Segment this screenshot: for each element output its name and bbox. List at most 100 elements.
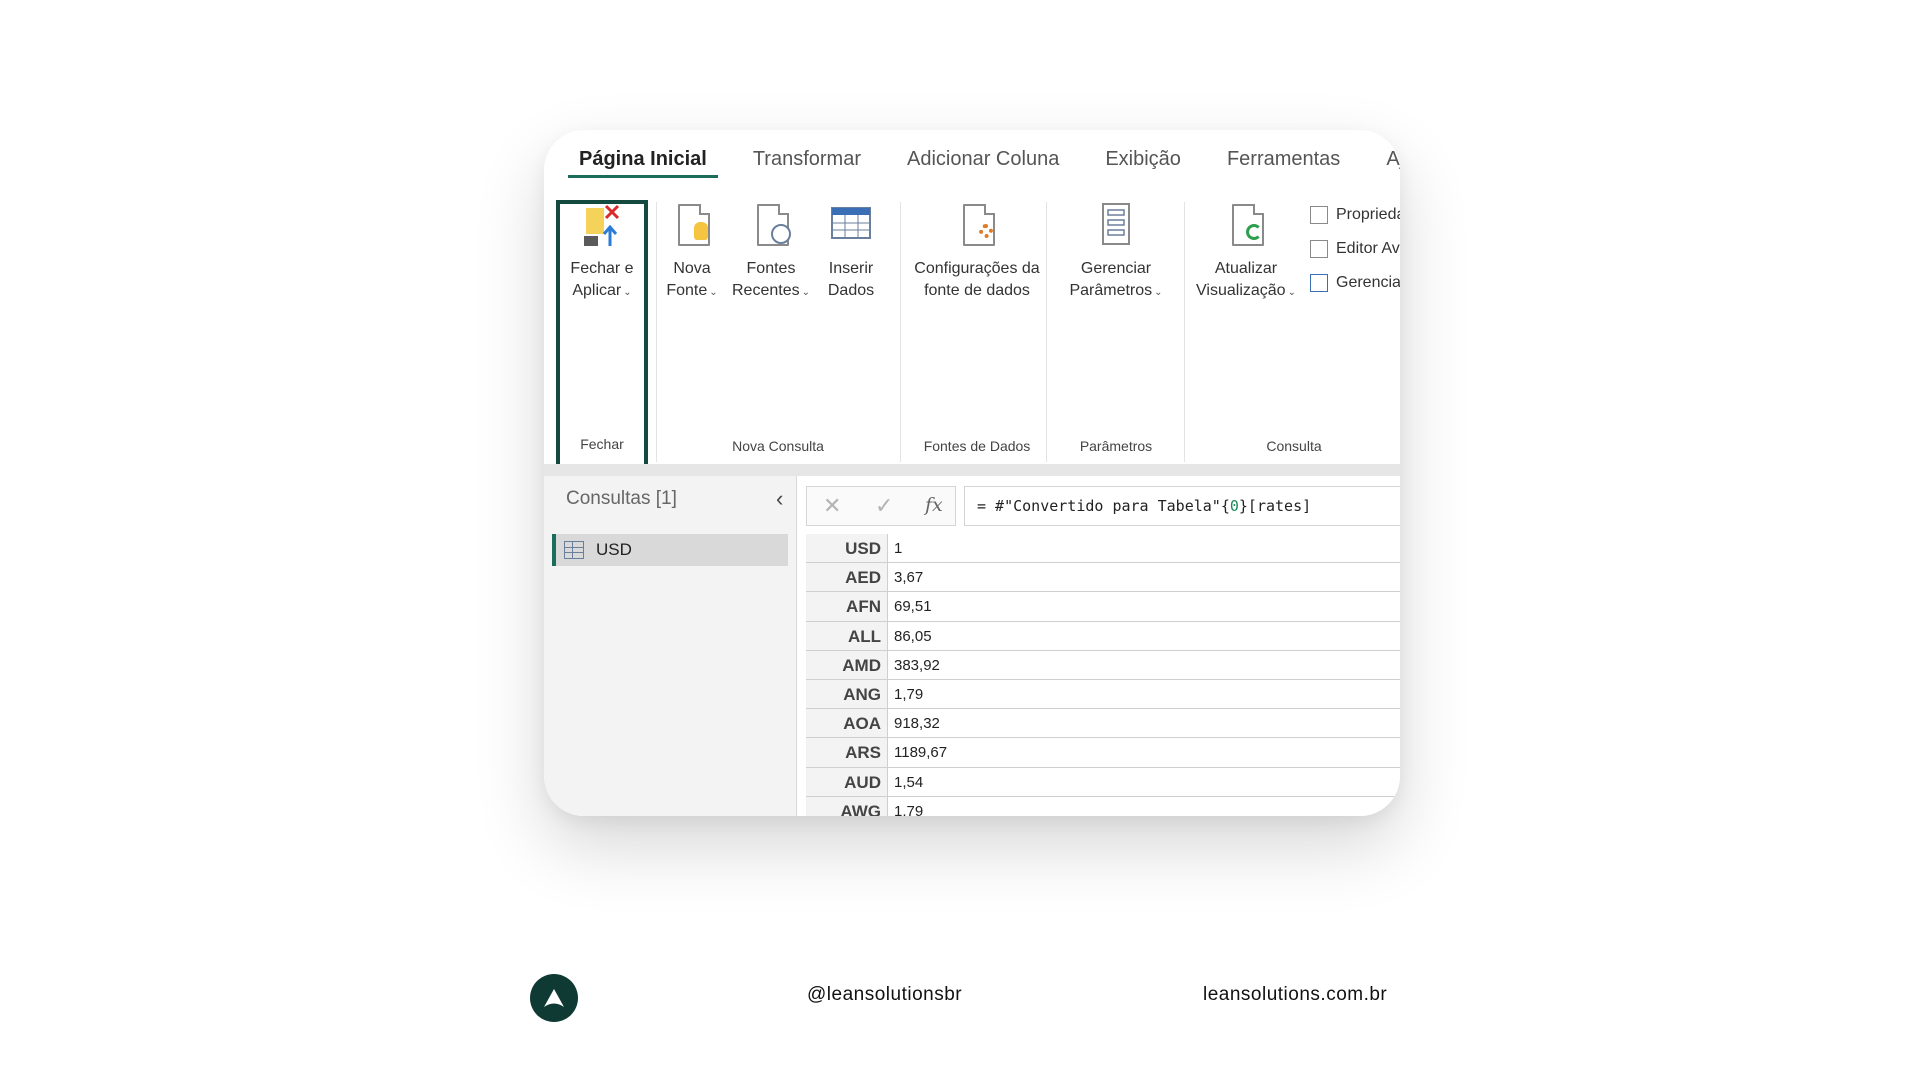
group-label-consulta: Consulta: [1266, 438, 1322, 454]
row-header[interactable]: AED: [806, 563, 888, 592]
recent-sources-icon: [749, 200, 793, 252]
atualizar-label-1: Atualizar: [1214, 260, 1278, 277]
tab-adicionar-coluna[interactable]: Adicionar Coluna: [884, 144, 1082, 190]
data-grid: USD 1 AED 3,67 AFN 69,51 ALL 86,05 AMD 383,92 ANG 1…: [806, 534, 1400, 816]
queries-pane: Consultas [1] ‹ USD: [544, 476, 797, 816]
ribbon-separator: [900, 202, 901, 462]
tab-ferramentas[interactable]: Ferramentas: [1204, 144, 1363, 190]
group-fontes-de-dados: Configurações da fonte de dados Fontes d…: [904, 192, 1050, 464]
row-value[interactable]: 86,05: [888, 621, 1400, 650]
table-row: AED 3,67: [806, 563, 1400, 593]
group-label-fontes-de-dados: Fontes de Dados: [923, 438, 1031, 454]
ribbon-divider: [544, 464, 1400, 476]
editor-avancado-button[interactable]: Editor Avançado: [1310, 240, 1400, 258]
fx-icon[interactable]: fx: [925, 494, 943, 516]
table-row: ALL 86,05: [806, 621, 1400, 651]
formula-bar: ✕ ✓ fx = #"Convertido para Tabela"{0}[ra…: [806, 486, 1400, 526]
power-query-window: Página Inicial Transformar Adicionar Col…: [544, 130, 1400, 816]
gerenciar-parametros-button[interactable]: Gerenciar Parâmetros ⌄: [1052, 200, 1180, 304]
row-value[interactable]: 1: [888, 534, 1400, 563]
atualizar-visualizacao-button[interactable]: Atualizar Visualização ⌄: [1194, 200, 1298, 304]
inserir-dados-label-2: Dados: [827, 282, 875, 299]
chevron-down-icon: ⌄: [623, 287, 632, 298]
table-row: AMD 383,92: [806, 650, 1400, 680]
tab-transformar[interactable]: Transformar: [730, 144, 884, 190]
chevron-down-icon: ⌄: [801, 287, 810, 298]
group-parametros: Gerenciar Parâmetros ⌄ Parâmetros: [1052, 192, 1180, 464]
properties-icon: [1310, 206, 1328, 224]
fechar-aplicar-button[interactable]: Fechar e Aplicar ⌄: [556, 200, 648, 304]
row-header[interactable]: ANG: [806, 679, 888, 709]
parameters-icon: [1094, 200, 1138, 252]
group-label-nova-consulta: Nova Consulta: [732, 438, 824, 454]
gerenciar-button[interactable]: Gerenciar: [1310, 274, 1400, 292]
table-row: AUD 1,54: [806, 767, 1400, 797]
tab-pagina-inicial[interactable]: Página Inicial: [556, 144, 730, 190]
formula-input[interactable]: = #"Convertido para Tabela"{0}[rates]: [964, 486, 1400, 526]
fontes-recentes-button[interactable]: Fontes Recentes ⌄: [728, 200, 814, 304]
formula-text-index: 0: [1229, 497, 1239, 515]
row-value[interactable]: 1,79: [888, 796, 1400, 816]
propriedades-label: Propriedades: [1336, 206, 1400, 223]
website-url: leansolutions.com.br: [1203, 984, 1388, 1005]
row-value[interactable]: 69,51: [888, 592, 1400, 621]
row-header[interactable]: ARS: [806, 738, 888, 767]
refresh-icon: [1224, 200, 1268, 252]
data-source-settings-button[interactable]: Configurações da fonte de dados: [904, 200, 1050, 302]
table-row: AFN 69,51: [806, 592, 1400, 622]
row-value[interactable]: 3,67: [888, 563, 1400, 592]
row-header[interactable]: USD: [806, 534, 888, 563]
collapse-pane-icon[interactable]: ‹: [776, 486, 783, 512]
formula-text-prefix: = #"Convertido para Tabela"{: [977, 497, 1230, 515]
table-row: AOA 918,32: [806, 709, 1400, 739]
gerenciar-parametros-label-1: Gerenciar: [1080, 260, 1152, 277]
table-icon: [564, 541, 584, 559]
queries-title: Consultas [1]: [566, 488, 677, 509]
nova-fonte-button[interactable]: Nova Fonte ⌄: [662, 200, 722, 304]
gerenciar-parametros-label-2: Parâmetros: [1069, 282, 1153, 299]
row-header[interactable]: AOA: [806, 709, 888, 738]
fontes-recentes-label-1: Fontes: [746, 260, 796, 277]
formula-bar-buttons: ✕ ✓ fx: [806, 486, 956, 526]
tab-ajuda[interactable]: Ajuda: [1363, 144, 1400, 190]
chevron-down-icon: ⌄: [709, 287, 718, 298]
chevron-down-icon: ⌄: [1287, 287, 1296, 298]
row-value[interactable]: 918,32: [888, 709, 1400, 738]
row-value[interactable]: 383,92: [888, 650, 1400, 679]
tab-exibicao[interactable]: Exibição: [1082, 144, 1204, 190]
fontes-recentes-label-2: Recentes: [732, 282, 800, 299]
row-value[interactable]: 1,54: [888, 767, 1400, 796]
nova-fonte-label-1: Nova: [673, 260, 711, 277]
row-header[interactable]: ALL: [806, 621, 888, 650]
nova-fonte-label-2: Fonte: [666, 282, 708, 299]
row-header[interactable]: AMD: [806, 650, 888, 679]
inserir-dados-button[interactable]: Inserir Dados: [818, 200, 884, 302]
row-header[interactable]: AUD: [806, 767, 888, 796]
data-source-settings-label-2: fonte de dados: [924, 282, 1030, 299]
row-header[interactable]: AWG: [806, 796, 888, 816]
propriedades-button[interactable]: Propriedades: [1310, 206, 1400, 224]
group-label-fechar: Fechar: [580, 436, 624, 452]
new-source-icon: [670, 200, 714, 252]
ribbon-separator: [656, 202, 657, 462]
group-nova-consulta: Nova Fonte ⌄ Fontes Recentes ⌄ Inserir D…: [662, 192, 894, 464]
chevron-down-icon: ⌄: [1154, 287, 1163, 298]
ribbon-separator: [1184, 202, 1185, 462]
editor-avancado-label: Editor Avançado: [1336, 240, 1400, 257]
row-value[interactable]: 1,79: [888, 679, 1400, 709]
table-row: AWG 1,79: [806, 796, 1400, 816]
gerenciar-label: Gerenciar: [1336, 274, 1400, 291]
lean-solutions-logo: [530, 974, 578, 1022]
social-handle: @leansolutionsbr: [807, 984, 963, 1005]
row-header[interactable]: AFN: [806, 592, 888, 621]
row-value[interactable]: 1189,67: [888, 738, 1400, 767]
formula-text-suffix: }[rates]: [1238, 497, 1312, 515]
ribbon-separator: [1046, 202, 1047, 462]
table-icon: [829, 200, 873, 252]
advanced-editor-icon: [1310, 240, 1328, 258]
fechar-label-2: Aplicar: [572, 282, 622, 299]
ribbon-tabs: Página Inicial Transformar Adicionar Col…: [544, 130, 1400, 190]
query-item-usd[interactable]: USD: [552, 534, 788, 566]
check-icon[interactable]: ✓: [875, 493, 893, 519]
cancel-icon[interactable]: ✕: [823, 493, 841, 519]
